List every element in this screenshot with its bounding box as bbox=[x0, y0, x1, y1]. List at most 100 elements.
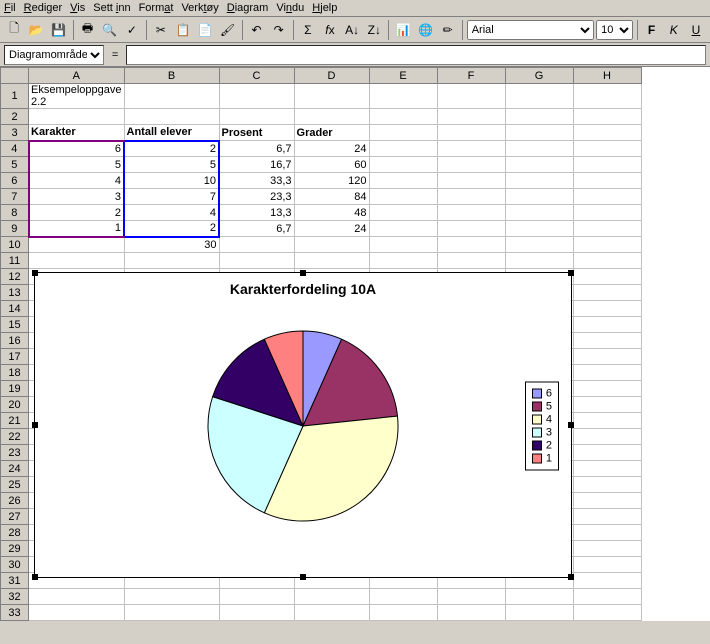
cell[interactable]: 6 bbox=[29, 141, 125, 157]
cell[interactable]: 4 bbox=[124, 205, 219, 221]
cell[interactable]: 60 bbox=[294, 157, 369, 173]
pie-chart[interactable] bbox=[203, 326, 403, 526]
open-icon[interactable]: 📂 bbox=[26, 19, 46, 41]
row-header[interactable]: 22 bbox=[1, 429, 29, 445]
cell[interactable]: 6,7 bbox=[219, 141, 294, 157]
row-header[interactable]: 5 bbox=[1, 157, 29, 173]
cell[interactable]: 5 bbox=[29, 157, 125, 173]
row-header[interactable]: 12 bbox=[1, 269, 29, 285]
menu-vindu[interactable]: Vindu bbox=[276, 2, 304, 14]
menu-format[interactable]: Format bbox=[139, 2, 174, 14]
row-header[interactable]: 30 bbox=[1, 557, 29, 573]
cell[interactable]: 5 bbox=[124, 157, 219, 173]
cell[interactable]: 10 bbox=[124, 173, 219, 189]
col-header-G[interactable]: G bbox=[505, 68, 573, 84]
row-header[interactable]: 7 bbox=[1, 189, 29, 205]
print-icon[interactable]: 🖶 bbox=[77, 19, 97, 41]
cell[interactable]: 4 bbox=[29, 173, 125, 189]
chart-icon[interactable]: 📊 bbox=[393, 19, 413, 41]
spell-icon[interactable]: ✓ bbox=[122, 19, 142, 41]
fx-icon[interactable]: fx bbox=[320, 19, 340, 41]
menu-settinn[interactable]: Sett inn bbox=[93, 2, 130, 14]
select-all-corner[interactable] bbox=[1, 68, 29, 84]
format-painter-icon[interactable]: 🖌 bbox=[217, 19, 237, 41]
row-header[interactable]: 11 bbox=[1, 253, 29, 269]
row-header[interactable]: 31 bbox=[1, 573, 29, 589]
copy-icon[interactable]: 📋 bbox=[173, 19, 193, 41]
cell[interactable]: Antall elever bbox=[124, 125, 219, 141]
chart-legend[interactable]: 654321 bbox=[525, 382, 559, 471]
sort-desc-icon[interactable]: Z↓ bbox=[364, 19, 384, 41]
cell[interactable]: 1 bbox=[29, 221, 125, 237]
row-header[interactable]: 18 bbox=[1, 365, 29, 381]
col-header-C[interactable]: C bbox=[219, 68, 294, 84]
row-header[interactable]: 27 bbox=[1, 509, 29, 525]
menu-hjelp[interactable]: Hjelp bbox=[312, 2, 337, 14]
row-header[interactable]: 2 bbox=[1, 109, 29, 125]
col-header-B[interactable]: B bbox=[124, 68, 219, 84]
font-select[interactable]: Arial bbox=[467, 20, 594, 40]
formula-input[interactable] bbox=[126, 45, 706, 65]
cell[interactable]: Eksempeloppgave 2.2 bbox=[29, 84, 125, 109]
row-header[interactable]: 33 bbox=[1, 605, 29, 621]
preview-icon[interactable]: 🔍 bbox=[100, 19, 120, 41]
row-header[interactable]: 29 bbox=[1, 541, 29, 557]
cell[interactable]: 120 bbox=[294, 173, 369, 189]
underline-icon[interactable]: U bbox=[686, 19, 706, 41]
row-header[interactable]: 20 bbox=[1, 397, 29, 413]
redo-icon[interactable]: ↷ bbox=[269, 19, 289, 41]
col-header-H[interactable]: H bbox=[573, 68, 641, 84]
cell[interactable]: 24 bbox=[294, 141, 369, 157]
cell[interactable]: 6,7 bbox=[219, 221, 294, 237]
row-header[interactable]: 32 bbox=[1, 589, 29, 605]
sort-asc-icon[interactable]: A↓ bbox=[342, 19, 362, 41]
italic-icon[interactable]: K bbox=[664, 19, 684, 41]
row-header[interactable]: 13 bbox=[1, 285, 29, 301]
bold-icon[interactable]: F bbox=[642, 19, 662, 41]
cell[interactable]: Karakter bbox=[29, 125, 125, 141]
row-header[interactable]: 3 bbox=[1, 125, 29, 141]
row-header[interactable]: 19 bbox=[1, 381, 29, 397]
menu-rediger[interactable]: Rediger bbox=[24, 2, 63, 14]
col-header-D[interactable]: D bbox=[294, 68, 369, 84]
cell[interactable]: 2 bbox=[124, 221, 219, 237]
row-header[interactable]: 6 bbox=[1, 173, 29, 189]
cell[interactable]: 3 bbox=[29, 189, 125, 205]
row-header[interactable]: 9 bbox=[1, 221, 29, 237]
row-header[interactable]: 4 bbox=[1, 141, 29, 157]
cell[interactable]: 2 bbox=[124, 141, 219, 157]
new-icon[interactable]: 🗋 bbox=[4, 19, 24, 41]
menu-verktoy[interactable]: Verktøy bbox=[181, 2, 218, 14]
cell[interactable]: 84 bbox=[294, 189, 369, 205]
size-select[interactable]: 10 bbox=[596, 20, 633, 40]
row-header[interactable]: 14 bbox=[1, 301, 29, 317]
cell[interactable]: 2 bbox=[29, 205, 125, 221]
menu-diagram[interactable]: Diagram bbox=[227, 2, 269, 14]
chart-title[interactable]: Karakterfordeling 10A bbox=[35, 273, 571, 301]
col-header-E[interactable]: E bbox=[369, 68, 437, 84]
cell[interactable]: 48 bbox=[294, 205, 369, 221]
undo-icon[interactable]: ↶ bbox=[246, 19, 266, 41]
row-header[interactable]: 15 bbox=[1, 317, 29, 333]
save-icon[interactable]: 💾 bbox=[48, 19, 68, 41]
sum-icon[interactable]: Σ bbox=[298, 19, 318, 41]
col-header-F[interactable]: F bbox=[437, 68, 505, 84]
cell[interactable]: 7 bbox=[124, 189, 219, 205]
paste-icon[interactable]: 📄 bbox=[195, 19, 215, 41]
cell[interactable]: 23,3 bbox=[219, 189, 294, 205]
row-header[interactable]: 10 bbox=[1, 237, 29, 253]
chart-object[interactable]: Karakterfordeling 10A 654321 bbox=[34, 272, 572, 578]
cell[interactable]: 30 bbox=[124, 237, 219, 253]
cut-icon[interactable]: ✂ bbox=[151, 19, 171, 41]
row-header[interactable]: 26 bbox=[1, 493, 29, 509]
row-header[interactable]: 16 bbox=[1, 333, 29, 349]
cell[interactable]: 13,3 bbox=[219, 205, 294, 221]
cell[interactable]: 33,3 bbox=[219, 173, 294, 189]
drawing-icon[interactable]: ✏ bbox=[438, 19, 458, 41]
row-header[interactable]: 1 bbox=[1, 84, 29, 109]
row-header[interactable]: 23 bbox=[1, 445, 29, 461]
cell[interactable]: 24 bbox=[294, 221, 369, 237]
row-header[interactable]: 25 bbox=[1, 477, 29, 493]
cell[interactable]: Prosent bbox=[219, 125, 294, 141]
row-header[interactable]: 17 bbox=[1, 349, 29, 365]
